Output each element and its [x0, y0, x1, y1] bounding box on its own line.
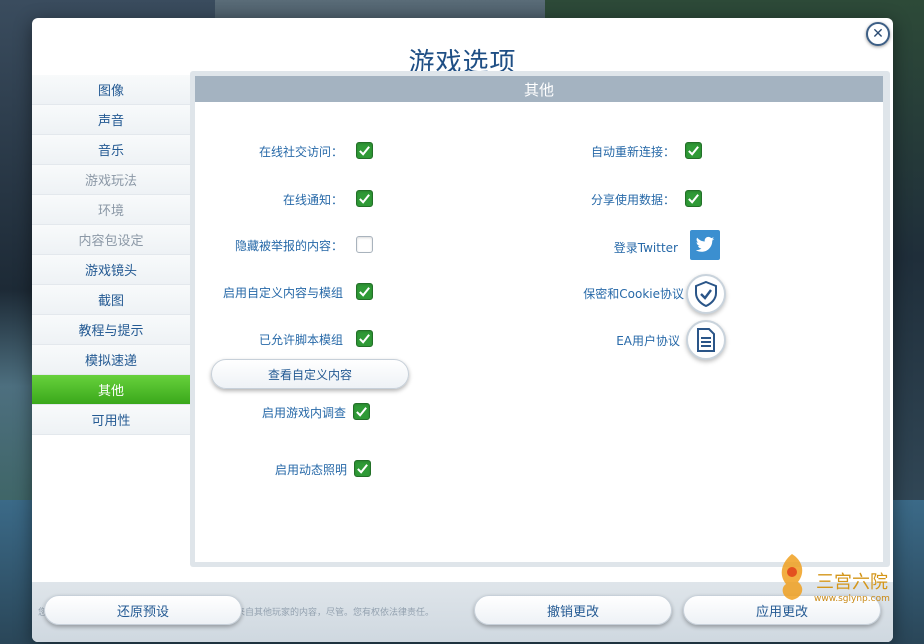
cancel-changes-button[interactable]: 撤销更改	[474, 595, 672, 625]
sidebar-item-screenshots[interactable]: 截图	[32, 285, 190, 315]
ea-user-agreement-button[interactable]	[686, 320, 726, 360]
sidebar-item-accessibility[interactable]: 可用性	[32, 405, 190, 435]
checkmark-icon	[356, 407, 367, 417]
close-button[interactable]: ✕	[866, 22, 890, 46]
online-social-label: 在线社交访问：	[258, 145, 343, 159]
sidebar-item-other[interactable]: 其他	[32, 375, 190, 405]
script-mods-label: 已允许脚本模组	[258, 333, 343, 347]
auto-reconnect-label: 自动重新连接：	[590, 145, 675, 159]
view-custom-content-button[interactable]: 查看自定义内容	[211, 359, 409, 389]
sidebar-item-graphics[interactable]: 图像	[32, 75, 190, 105]
twitter-bird-icon	[695, 236, 715, 252]
document-icon	[697, 328, 715, 352]
sidebar-item-tutorials[interactable]: 教程与提示	[32, 315, 190, 345]
watermark-url: www.sglynp.com	[814, 594, 890, 604]
site-watermark: 三宫六院 www.sglynp.com	[772, 548, 922, 608]
dynamic-lighting-label: 启用动态照明	[274, 463, 347, 477]
hide-reported-label: 隐藏被举报的内容：	[234, 239, 343, 253]
hide-reported-checkbox[interactable]	[356, 236, 373, 253]
online-social-checkbox[interactable]	[356, 142, 373, 159]
dynamic-lighting-checkbox[interactable]	[354, 460, 371, 477]
script-mods-checkbox[interactable]	[356, 330, 373, 347]
watermark-text: 三宫六院	[816, 572, 888, 593]
options-sidebar: 图像 声音 音乐 游戏玩法 环境 内容包设定 游戏镜头 截图 教程与提示 模拟速…	[32, 75, 190, 435]
checkmark-icon	[357, 464, 368, 474]
share-usage-data-label: 分享使用数据：	[590, 193, 675, 207]
shield-check-icon	[695, 281, 717, 307]
sidebar-item-gameplay[interactable]: 游戏玩法	[32, 165, 190, 195]
checkmark-icon	[359, 334, 370, 344]
custom-content-mods-label: 启用自定义内容与模组	[222, 286, 343, 300]
dialog-footer: 您的在线游戏数据将被隐藏或删除。您可能会看到来自其他玩家的内容，尽管。您有权依法…	[32, 582, 893, 642]
in-game-survey-label: 启用游戏内调查	[261, 406, 346, 420]
other-options-panel: 其他 在线社交访问： 在线通知： 隐藏被举报的内容： 启用自定义内容与模组 已允…	[195, 76, 883, 562]
sidebar-item-music[interactable]: 音乐	[32, 135, 190, 165]
close-icon: ✕	[872, 26, 884, 42]
sidebar-item-environment[interactable]: 环境	[32, 195, 190, 225]
share-usage-data-checkbox[interactable]	[685, 190, 702, 207]
privacy-cookie-button[interactable]	[686, 274, 726, 314]
sidebar-item-pack-settings[interactable]: 内容包设定	[32, 225, 190, 255]
checkmark-icon	[688, 194, 699, 204]
restore-defaults-button[interactable]: 还原预设	[44, 595, 242, 625]
custom-content-mods-checkbox[interactable]	[356, 283, 373, 300]
checkmark-icon	[688, 146, 699, 156]
twitter-login-button[interactable]	[690, 230, 720, 260]
privacy-cookie-label: 保密和Cookie协议	[583, 287, 684, 301]
in-game-survey-checkbox[interactable]	[353, 403, 370, 420]
sidebar-item-sim-speed[interactable]: 模拟速递	[32, 345, 190, 375]
checkmark-icon	[359, 194, 370, 204]
checkmark-icon	[359, 146, 370, 156]
sidebar-item-sound[interactable]: 声音	[32, 105, 190, 135]
checkmark-icon	[359, 287, 370, 297]
panel-header: 其他	[195, 76, 883, 102]
auto-reconnect-checkbox[interactable]	[685, 142, 702, 159]
sidebar-item-camera[interactable]: 游戏镜头	[32, 255, 190, 285]
game-options-dialog: 游戏选项 ✕ 图像 声音 音乐 游戏玩法 环境 内容包设定 游戏镜头 截图 教程…	[32, 18, 893, 642]
online-notifications-checkbox[interactable]	[356, 190, 373, 207]
ea-user-agreement-label: EA用户协议	[616, 334, 680, 348]
twitter-login-label: 登录Twitter	[613, 241, 678, 255]
watermark-logo: 三宫六院 www.sglynp.com	[781, 554, 890, 604]
online-notifications-label: 在线通知：	[282, 193, 343, 207]
